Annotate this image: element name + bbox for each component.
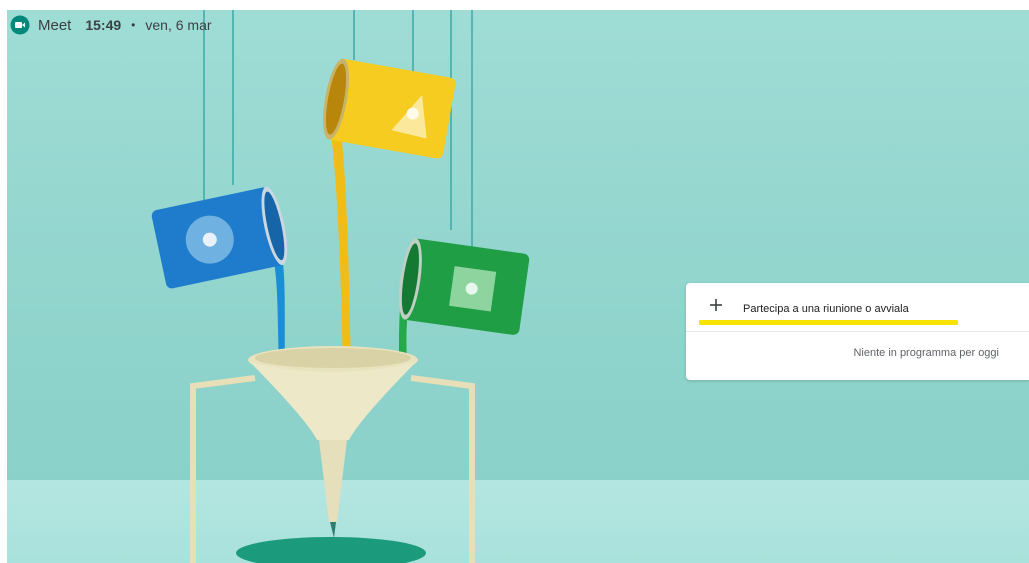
join-meeting-label: Partecipa a una riunione o avviala bbox=[743, 303, 909, 315]
current-date: ven, 6 mar bbox=[145, 17, 212, 33]
highlight-marker bbox=[699, 320, 958, 325]
empty-schedule-label: Niente in programma per oggi bbox=[853, 347, 999, 359]
card-divider bbox=[686, 331, 1029, 332]
yellow-paint-stream bbox=[329, 118, 351, 370]
meet-logo-icon bbox=[10, 15, 30, 35]
meeting-card: Partecipa a una riunione o avviala Nient… bbox=[686, 283, 1029, 380]
join-or-start-meeting-button[interactable]: Partecipa a una riunione o avviala bbox=[686, 283, 1029, 331]
header-bar: Meet 15:49 • ven, 6 mar bbox=[10, 14, 212, 36]
blue-paint-can bbox=[151, 186, 288, 289]
current-time: 15:49 bbox=[85, 17, 122, 33]
plus-icon bbox=[710, 299, 722, 311]
funnel bbox=[248, 346, 418, 538]
pedestal bbox=[236, 537, 426, 563]
app-name: Meet bbox=[38, 16, 72, 34]
header-separator: • bbox=[131, 18, 136, 32]
green-paint-can bbox=[398, 238, 530, 335]
